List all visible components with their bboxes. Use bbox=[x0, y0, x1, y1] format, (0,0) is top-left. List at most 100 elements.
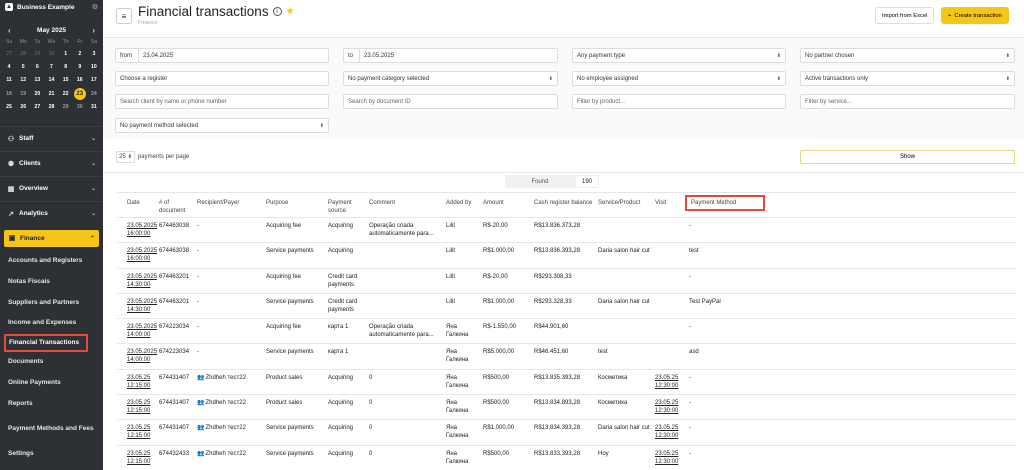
time-link[interactable]: 16:00:00 bbox=[127, 231, 150, 237]
column-header-doc[interactable]: # of document bbox=[159, 199, 195, 215]
visit-time-link[interactable]: 12:30:00 bbox=[655, 459, 678, 465]
payer-name[interactable]: Zhdheh тест22 bbox=[205, 425, 245, 431]
cell-date[interactable]: 23.05.2025 14:30:00 bbox=[127, 298, 161, 314]
table-row[interactable]: 23.05.2025 14:30:00 674463201- Acquiring fe… bbox=[117, 269, 1016, 294]
document-search-input[interactable]: Search by document ID bbox=[343, 94, 558, 109]
breadcrumb[interactable]: Finance bbox=[138, 20, 158, 26]
table-row[interactable]: 23.05.2025 14:00:00 674223034- Service paym… bbox=[117, 344, 1016, 370]
sidebar-item-income-expenses[interactable]: Income and Expenses bbox=[0, 313, 103, 334]
sidebar-item-notas-fiscais[interactable]: Notas Fiscais bbox=[0, 272, 103, 293]
visit-date-link[interactable]: 23.05.25 bbox=[655, 375, 678, 381]
calendar-day[interactable]: 11 bbox=[2, 74, 16, 87]
column-header-balance[interactable]: Cash register balance bbox=[534, 199, 594, 207]
calendar-day[interactable]: 29 bbox=[30, 47, 44, 60]
table-row[interactable]: 23.05.25 12:15:00 674431407 👥Zhdheh тест22 P… bbox=[117, 370, 1016, 396]
time-link[interactable]: 12:15:00 bbox=[127, 459, 150, 465]
table-row[interactable]: 23.05.25 12:15:00 674431407 👥Zhdheh тест22 P… bbox=[117, 395, 1016, 421]
per-page-select[interactable]: 25 ⬍ bbox=[116, 151, 135, 163]
table-row[interactable]: 23.05.2025 16:00:00 674463038- Service paym… bbox=[117, 243, 1016, 269]
calendar-day[interactable]: 28 bbox=[44, 101, 58, 114]
nav-analytics[interactable]: ↗ Analytics ⌄ bbox=[0, 200, 103, 226]
show-button[interactable]: Show bbox=[800, 150, 1015, 164]
column-header-visit[interactable]: Visit bbox=[655, 199, 685, 207]
time-link[interactable]: 12:15:00 bbox=[127, 433, 150, 439]
employee-select[interactable]: No employee assigned ⬍ bbox=[572, 71, 786, 86]
payer-name[interactable]: Zhdheh тест22 bbox=[205, 375, 245, 381]
table-row[interactable]: 23.05.2025 16:00:00 674463038 - Acquiring fe… bbox=[117, 218, 1016, 244]
calendar-day[interactable]: 4 bbox=[2, 60, 16, 73]
date-link[interactable]: 23.05.2025 bbox=[127, 223, 157, 229]
calendar-day[interactable]: 27 bbox=[2, 47, 16, 60]
table-row[interactable]: 23.05.2025 14:00:00 674223034- Acquiring fe… bbox=[117, 319, 1016, 345]
calendar-day[interactable]: 14 bbox=[44, 74, 58, 87]
date-from-field[interactable]: from 23.04.2025 bbox=[115, 48, 329, 63]
menu-icon[interactable]: ≡ bbox=[116, 8, 132, 24]
payment-type-select[interactable]: Any payment type ⬍ bbox=[572, 48, 786, 63]
column-header-payer[interactable]: Recipient/Payer bbox=[197, 199, 263, 207]
date-link[interactable]: 23.05.25 bbox=[127, 400, 150, 406]
cell-visit[interactable] bbox=[655, 323, 689, 331]
register-select[interactable]: Choose a register bbox=[115, 71, 329, 86]
calendar-day[interactable]: 19 bbox=[16, 87, 30, 100]
cell-visit[interactable] bbox=[655, 222, 689, 230]
calendar-day[interactable]: 25 bbox=[2, 101, 16, 114]
sidebar-item-settings[interactable]: Settings bbox=[0, 444, 103, 465]
column-header-date[interactable]: Date bbox=[127, 199, 157, 207]
payment-method-select[interactable]: No payment method selected ⬍ bbox=[115, 118, 329, 133]
cell-visit[interactable]: 23.05.25 12:30:00 bbox=[655, 374, 689, 390]
time-link[interactable]: 14:00:00 bbox=[127, 332, 150, 338]
cell-visit[interactable] bbox=[655, 273, 689, 281]
create-transaction-button[interactable]: + Create transaction bbox=[941, 7, 1009, 24]
partner-select[interactable]: No partner chosen ⬍ bbox=[800, 48, 1015, 63]
visit-time-link[interactable]: 12:30:00 bbox=[655, 408, 678, 414]
calendar-day[interactable]: 21 bbox=[44, 87, 58, 100]
service-filter-input[interactable]: Filter by service... bbox=[800, 94, 1015, 109]
column-header-added[interactable]: Added by bbox=[446, 199, 480, 207]
sidebar-item-financial-transactions[interactable]: Financial Transactions bbox=[4, 333, 88, 352]
cell-date[interactable]: 23.05.25 12:15:00 bbox=[127, 424, 161, 440]
calendar-day[interactable]: 20 bbox=[30, 87, 44, 100]
visit-date-link[interactable]: 23.05.25 bbox=[655, 400, 678, 406]
visit-date-link[interactable]: 23.05.25 bbox=[655, 451, 678, 457]
calendar-day[interactable]: 28 bbox=[16, 47, 30, 60]
calendar-day[interactable]: 18 bbox=[2, 87, 16, 100]
time-link[interactable]: 12:15:00 bbox=[127, 383, 150, 389]
calendar-day[interactable]: 30 bbox=[44, 47, 58, 60]
sidebar-item-suppliers[interactable]: Suppliers and Partners bbox=[0, 292, 103, 313]
category-select[interactable]: No payment category selected ⬍ bbox=[343, 71, 558, 86]
time-link[interactable]: 12:15:00 bbox=[127, 408, 150, 414]
visit-date-link[interactable]: 23.05.25 bbox=[655, 425, 678, 431]
column-header-amount[interactable]: Amount bbox=[483, 199, 531, 207]
import-excel-button[interactable]: Import from Excel bbox=[875, 7, 935, 24]
info-icon[interactable]: i bbox=[272, 7, 282, 16]
column-header-comment[interactable]: Comment bbox=[369, 199, 441, 207]
column-header-payment-method[interactable]: Payment Method bbox=[685, 195, 765, 211]
chevron-left-icon[interactable]: ‹ bbox=[8, 26, 11, 35]
client-search-input[interactable]: Search client by name or phone number bbox=[115, 94, 329, 109]
cell-date[interactable]: 23.05.2025 14:00:00 bbox=[127, 323, 161, 339]
star-icon[interactable]: ★ bbox=[286, 6, 295, 17]
cell-visit[interactable] bbox=[655, 348, 689, 356]
cell-date[interactable]: 23.05.2025 16:00:00 bbox=[127, 247, 161, 263]
date-link[interactable]: 23.05.2025 bbox=[127, 324, 157, 330]
calendar-day[interactable]: 15 bbox=[59, 74, 73, 87]
calendar-day[interactable]: 2 bbox=[73, 47, 87, 60]
nav-overview[interactable]: ▦ Overview ⌄ bbox=[0, 175, 103, 201]
calendar-day[interactable]: 6 bbox=[30, 60, 44, 73]
date-link[interactable]: 23.05.2025 bbox=[127, 299, 157, 305]
calendar-day[interactable]: 10 bbox=[87, 60, 101, 73]
cell-visit[interactable] bbox=[655, 247, 689, 255]
calendar-day[interactable]: 3 bbox=[87, 47, 101, 60]
calendar-day[interactable]: 9 bbox=[73, 60, 87, 73]
sidebar-item-payment-methods[interactable]: Payment Methods and Fees bbox=[0, 414, 103, 444]
nav-staff[interactable]: ⚇ Staff ⌄ bbox=[0, 125, 103, 151]
date-link[interactable]: 23.05.2025 bbox=[127, 248, 157, 254]
date-to-field[interactable]: to 23.05.2025 bbox=[343, 48, 558, 63]
cell-visit[interactable]: 23.05.25 12:30:00 bbox=[655, 450, 689, 466]
cell-date[interactable]: 23.05.25 12:15:00 bbox=[127, 374, 161, 390]
time-link[interactable]: 14:30:00 bbox=[127, 282, 150, 288]
time-link[interactable]: 14:30:00 bbox=[127, 307, 150, 313]
visit-time-link[interactable]: 12:30:00 bbox=[655, 383, 678, 389]
payer-name[interactable]: Zhdheh тест22 bbox=[205, 451, 245, 457]
calendar-day[interactable]: 5 bbox=[16, 60, 30, 73]
